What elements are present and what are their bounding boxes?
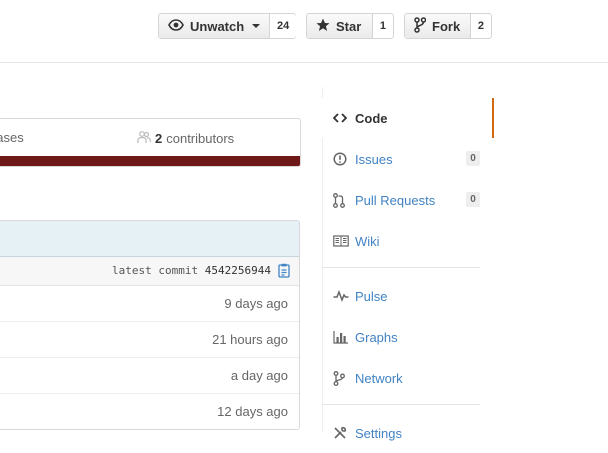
nav-item-graphs[interactable]: Graphs <box>322 317 492 357</box>
language-bar <box>0 156 300 166</box>
contributors-count: 2 <box>155 131 163 146</box>
people-icon <box>137 130 151 147</box>
star-icon <box>316 18 336 35</box>
forks-count[interactable]: 2 <box>470 14 491 38</box>
eye-icon <box>168 18 190 35</box>
book-icon <box>333 235 349 247</box>
nav-label-network: Network <box>355 370 403 386</box>
pulse-icon <box>333 290 349 302</box>
contributors-link[interactable]: 2 contributors <box>137 130 234 147</box>
fork-button[interactable]: Fork <box>405 14 471 38</box>
fork-button-group: Fork 2 <box>404 13 492 39</box>
star-button-group: Star 1 <box>306 13 394 39</box>
file-row[interactable]: 21 hours ago <box>0 322 299 358</box>
latest-commit-label: latest commit <box>112 264 199 277</box>
graph-icon <box>333 330 349 344</box>
stars-count[interactable]: 1 <box>372 14 393 38</box>
nav-item-issues[interactable]: Issues 0 <box>322 139 492 179</box>
file-row[interactable]: 9 days ago <box>0 286 299 322</box>
network-icon <box>333 370 349 386</box>
nav-item-settings[interactable]: Settings <box>322 413 492 453</box>
nav-label-settings: Settings <box>355 425 402 441</box>
star-label: Star <box>336 18 362 34</box>
tools-icon <box>333 426 349 440</box>
code-icon <box>333 112 349 124</box>
issues-count-badge: 0 <box>466 151 480 166</box>
fork-label: Fork <box>432 18 461 34</box>
star-button[interactable]: Star <box>307 14 373 38</box>
file-age: 12 days ago <box>217 404 288 419</box>
file-age: a day ago <box>230 368 288 383</box>
watch-button-group: Unwatch 24 <box>158 13 297 39</box>
file-age: 21 hours ago <box>212 332 288 347</box>
watchers-count[interactable]: 24 <box>270 14 297 38</box>
pull-request-icon <box>333 192 349 208</box>
nav-label-wiki: Wiki <box>355 233 380 249</box>
nav-label-graphs: Graphs <box>355 329 398 345</box>
latest-commit[interactable]: latest commit 4542256944 <box>112 264 271 277</box>
fork-icon <box>414 16 432 36</box>
issue-icon <box>333 152 349 166</box>
nav-divider <box>322 267 480 268</box>
nav-label-issues: Issues <box>355 151 393 167</box>
repo-header: Unwatch 24 Star 1 Fork 2 <box>0 0 608 63</box>
pull-requests-count-badge: 0 <box>466 192 480 207</box>
releases-link[interactable]: eases <box>0 130 24 145</box>
nav-label-code: Code <box>355 110 388 126</box>
commit-sha[interactable]: 4542256944 <box>205 264 271 277</box>
chevron-down-icon <box>252 24 261 28</box>
commit-tease <box>0 221 299 257</box>
nav-divider <box>322 404 480 405</box>
clipboard-icon[interactable] <box>278 263 291 283</box>
latest-commit-row: latest commit 4542256944 <box>0 257 299 286</box>
unwatch-button[interactable]: Unwatch <box>159 14 270 38</box>
file-age: 9 days ago <box>224 296 288 311</box>
contributors-label: contributors <box>166 131 235 146</box>
file-row[interactable]: 12 days ago <box>0 394 299 429</box>
nav-label-pull-requests: Pull Requests <box>355 192 436 208</box>
nav-item-code[interactable]: Code <box>322 98 494 138</box>
repo-summary: eases 2 contributors <box>0 118 301 167</box>
file-row[interactable]: a day ago <box>0 358 299 394</box>
unwatch-label: Unwatch <box>190 18 245 34</box>
nav-item-pull-requests[interactable]: Pull Requests 0 <box>322 180 492 220</box>
nav-label-pulse: Pulse <box>355 288 388 304</box>
nav-item-network[interactable]: Network <box>322 358 492 398</box>
nav-item-wiki[interactable]: Wiki <box>322 221 492 261</box>
nav-item-pulse[interactable]: Pulse <box>322 276 492 316</box>
file-list: latest commit 4542256944 9 days ago 21 h… <box>0 220 300 430</box>
